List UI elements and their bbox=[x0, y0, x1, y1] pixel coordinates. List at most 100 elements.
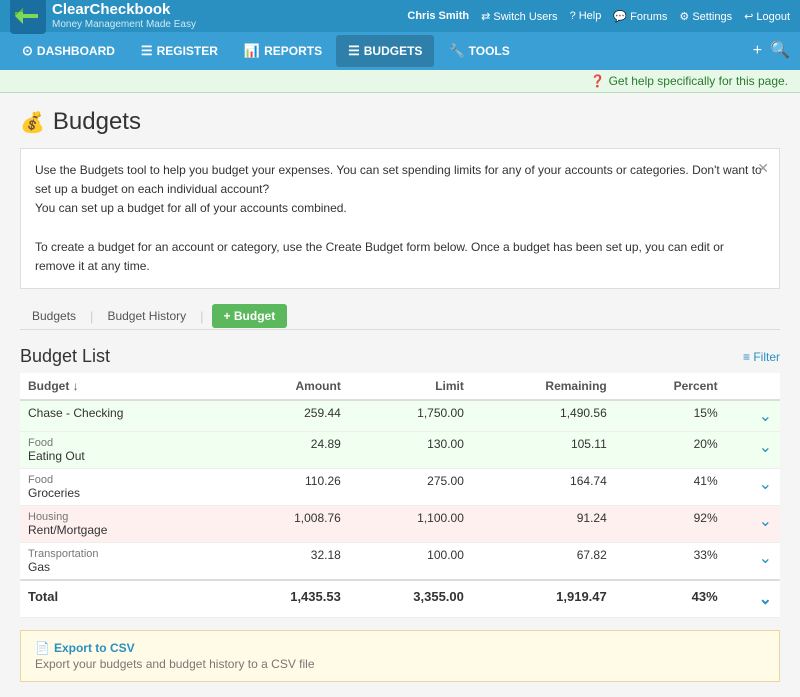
total-limit: 3,355.00 bbox=[349, 580, 472, 618]
add-budget-button[interactable]: + Budget bbox=[212, 304, 288, 328]
info-line2: You can set up a budget for all of your … bbox=[35, 199, 765, 218]
tab-budget-history[interactable]: Budget History bbox=[95, 303, 198, 329]
filter-button[interactable]: ≡ Filter bbox=[743, 350, 780, 364]
expand-icon[interactable]: ⌄ bbox=[759, 476, 772, 493]
settings-link[interactable]: ⚙ Settings bbox=[679, 10, 732, 23]
section-header: Budget List ≡ Filter bbox=[20, 346, 780, 367]
budget-name-cell: Food Groceries bbox=[20, 469, 226, 506]
help-link[interactable]: ? Help bbox=[570, 10, 602, 22]
budget-category-sub: Groceries bbox=[28, 486, 218, 500]
expand-cell[interactable]: ⌄ bbox=[726, 469, 780, 506]
budget-category-sub: Eating Out bbox=[28, 449, 218, 463]
nav-tools-label: TOOLS bbox=[469, 44, 510, 58]
expand-icon[interactable]: ⌄ bbox=[759, 439, 772, 456]
budget-category-main: Transportation bbox=[28, 548, 218, 560]
expand-cell[interactable]: ⌄ bbox=[726, 432, 780, 469]
amount-cell: 259.44 bbox=[226, 400, 349, 432]
table-row: Housing Rent/Mortgage 1,008.76 1,100.00 … bbox=[20, 506, 780, 543]
percent-cell: 33% bbox=[615, 543, 726, 581]
total-remaining: 1,919.47 bbox=[472, 580, 615, 618]
switch-users-link[interactable]: ⇄ Switch Users bbox=[481, 10, 557, 23]
percent-cell: 15% bbox=[615, 400, 726, 432]
help-page-link[interactable]: ❓ Get help specifically for this page. bbox=[590, 74, 788, 88]
forums-link[interactable]: 💬 Forums bbox=[613, 10, 667, 23]
nav-dashboard-label: DASHBOARD bbox=[37, 44, 115, 58]
remaining-cell: 164.74 bbox=[472, 469, 615, 506]
budget-name-cell: Food Eating Out bbox=[20, 432, 226, 469]
nav-extra: + 🔍 bbox=[753, 43, 790, 59]
expand-cell[interactable]: ⌄ bbox=[726, 400, 780, 432]
expand-icon[interactable]: ⌄ bbox=[759, 550, 772, 567]
tabs-row: Budgets | Budget History | + Budget bbox=[20, 303, 780, 330]
col-budget[interactable]: Budget ↓ bbox=[20, 373, 226, 400]
remaining-cell: 67.82 bbox=[472, 543, 615, 581]
table-header: Budget ↓ Amount Limit Remaining Percent bbox=[20, 373, 780, 400]
tools-icon: 🔧 bbox=[448, 43, 464, 59]
limit-cell: 100.00 bbox=[349, 543, 472, 581]
table-row: Food Eating Out 24.89 130.00 105.11 20% … bbox=[20, 432, 780, 469]
brand-tagline: Money Management Made Easy bbox=[52, 19, 196, 30]
limit-cell: 1,750.00 bbox=[349, 400, 472, 432]
info-box-close[interactable]: ✕ bbox=[757, 157, 769, 179]
table-row: Chase - Checking 259.44 1,750.00 1,490.5… bbox=[20, 400, 780, 432]
logo-text: ClearCheckbook Money Management Made Eas… bbox=[52, 2, 196, 30]
nav-items: ⊙ DASHBOARD ☰ REGISTER 📊 REPORTS ☰ BUDGE… bbox=[10, 35, 522, 67]
budget-name-cell: Chase - Checking bbox=[20, 400, 226, 432]
expand-icon[interactable]: ⌄ bbox=[759, 408, 772, 425]
export-csv-link[interactable]: 📄 Export to CSV bbox=[35, 641, 765, 655]
expand-icon[interactable]: ⌄ bbox=[759, 513, 772, 530]
col-limit: Limit bbox=[349, 373, 472, 400]
logo-icon bbox=[10, 0, 46, 34]
nav-budgets-label: BUDGETS bbox=[364, 44, 423, 58]
col-amount: Amount bbox=[226, 373, 349, 400]
nav-reports[interactable]: 📊 REPORTS bbox=[232, 35, 334, 67]
remaining-cell: 105.11 bbox=[472, 432, 615, 469]
tab-separator-1: | bbox=[90, 309, 93, 324]
col-actions bbox=[726, 373, 780, 400]
page-title: Budgets bbox=[53, 108, 141, 136]
expand-icon[interactable]: ⌄ bbox=[759, 591, 772, 608]
brand-name: ClearCheckbook bbox=[52, 2, 196, 19]
percent-cell: 20% bbox=[615, 432, 726, 469]
info-box: ✕ Use the Budgets tool to help you budge… bbox=[20, 148, 780, 289]
total-row: Total 1,435.53 3,355.00 1,919.47 43% ⌄ bbox=[20, 580, 780, 618]
export-description: Export your budgets and budget history t… bbox=[35, 657, 765, 671]
budget-table: Budget ↓ Amount Limit Remaining Percent bbox=[20, 373, 780, 618]
amount-cell: 24.89 bbox=[226, 432, 349, 469]
budget-category-main: Food bbox=[28, 437, 218, 449]
budgets-emoji-icon: 💰 bbox=[20, 110, 45, 135]
top-navigation: ClearCheckbook Money Management Made Eas… bbox=[0, 0, 800, 32]
expand-cell[interactable]: ⌄ bbox=[726, 506, 780, 543]
remaining-cell: 1,490.56 bbox=[472, 400, 615, 432]
nav-budgets[interactable]: ☰ BUDGETS bbox=[336, 35, 434, 67]
user-name: Chris Smith bbox=[407, 10, 469, 22]
info-line3: To create a budget for an account or cat… bbox=[35, 238, 765, 276]
budgets-icon: ☰ bbox=[348, 43, 360, 59]
nav-register[interactable]: ☰ REGISTER bbox=[129, 35, 230, 67]
export-section: 📄 Export to CSV Export your budgets and … bbox=[20, 630, 780, 682]
info-line1: Use the Budgets tool to help you budget … bbox=[35, 161, 765, 199]
expand-cell[interactable]: ⌄ bbox=[726, 543, 780, 581]
table-row: Transportation Gas 32.18 100.00 67.82 33… bbox=[20, 543, 780, 581]
search-icon[interactable]: 🔍 bbox=[770, 43, 790, 59]
col-percent: Percent bbox=[615, 373, 726, 400]
main-navigation: ⊙ DASHBOARD ☰ REGISTER 📊 REPORTS ☰ BUDGE… bbox=[0, 32, 800, 70]
logo-area: ClearCheckbook Money Management Made Eas… bbox=[10, 0, 196, 34]
nav-tools[interactable]: 🔧 TOOLS bbox=[436, 35, 521, 67]
help-bar: ❓ Get help specifically for this page. bbox=[0, 70, 800, 93]
dashboard-icon: ⊙ bbox=[22, 43, 33, 59]
percent-cell: 41% bbox=[615, 469, 726, 506]
register-icon: ☰ bbox=[141, 43, 153, 59]
total-expand[interactable]: ⌄ bbox=[726, 580, 780, 618]
nav-dashboard[interactable]: ⊙ DASHBOARD bbox=[10, 35, 127, 67]
limit-cell: 275.00 bbox=[349, 469, 472, 506]
logout-link[interactable]: ↩ Logout bbox=[744, 10, 790, 23]
nav-register-label: REGISTER bbox=[157, 44, 218, 58]
total-label: Total bbox=[20, 580, 226, 618]
budget-name-cell: Transportation Gas bbox=[20, 543, 226, 581]
tab-budgets[interactable]: Budgets bbox=[20, 303, 88, 329]
amount-cell: 32.18 bbox=[226, 543, 349, 581]
amount-cell: 110.26 bbox=[226, 469, 349, 506]
budget-list-title: Budget List bbox=[20, 346, 110, 367]
plus-icon[interactable]: + bbox=[753, 43, 762, 59]
